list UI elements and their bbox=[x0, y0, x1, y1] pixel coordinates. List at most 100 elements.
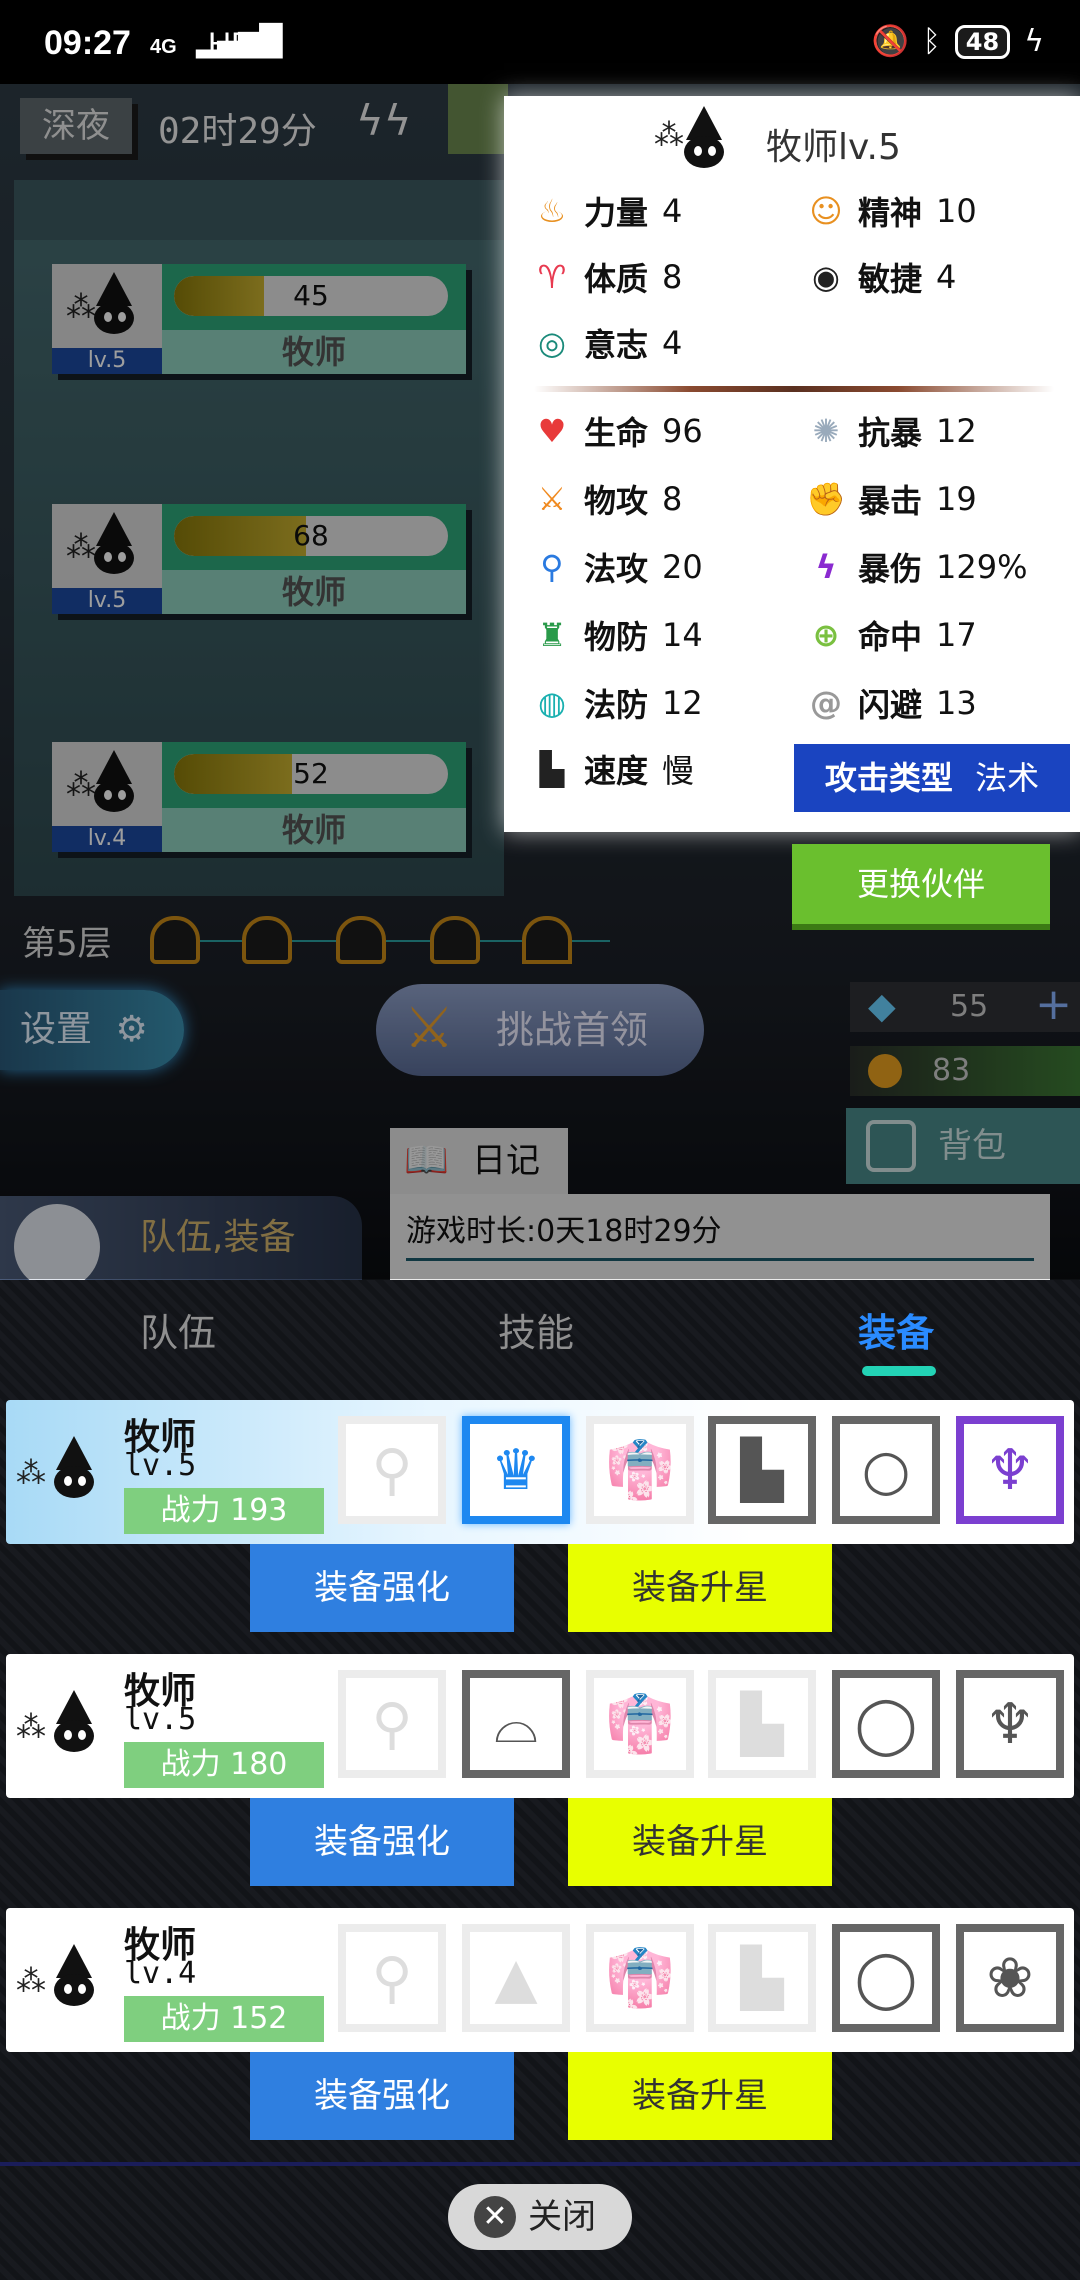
crown-icon: ♛ bbox=[490, 1437, 542, 1503]
add-gem-button[interactable]: + bbox=[1035, 980, 1072, 1030]
hat-icon: ⌓ bbox=[493, 1691, 539, 1756]
swap-partner-button[interactable]: 更换伙伴 bbox=[792, 844, 1050, 924]
necklace-slot[interactable]: ♆ bbox=[956, 1416, 1064, 1524]
hero-card[interactable]: ⁂ lv.4 52 牧师 bbox=[52, 742, 466, 852]
bluetooth-icon: ᛒ bbox=[922, 24, 941, 59]
bag-button[interactable]: 背包 bbox=[846, 1108, 1080, 1184]
combat-power: 战力 180 bbox=[124, 1742, 324, 1788]
helmet-slot[interactable]: ⌓ bbox=[462, 1670, 570, 1778]
tab-equipment[interactable]: 装备 bbox=[858, 1302, 934, 1357]
enhance-button[interactable]: 装备强化 bbox=[250, 1798, 514, 1886]
upgrade-star-button[interactable]: 装备升星 bbox=[568, 1544, 832, 1632]
floor-node-current[interactable] bbox=[150, 916, 200, 964]
stat-strength: ♨ 力量 4 bbox=[530, 188, 683, 234]
weapon-slot[interactable]: ⚲ bbox=[338, 1670, 446, 1778]
enhance-button[interactable]: 装备强化 bbox=[250, 1544, 514, 1632]
helmet-slot[interactable]: ♛ bbox=[462, 1416, 570, 1524]
hero-bar-track: 52 bbox=[174, 754, 448, 794]
crossed-swords-icon: ⚔ bbox=[404, 996, 455, 1061]
crit-icon: ✊ bbox=[806, 480, 846, 518]
hd-label: HD bbox=[208, 26, 255, 62]
necklace-slot[interactable]: ❀ bbox=[956, 1924, 1064, 2032]
equipment-row[interactable]: ⁂ 牧师 lv.5 战力 193 ⚲ ♛ 👘 ▙ ○ ♆ bbox=[6, 1400, 1074, 1544]
close-icon[interactable]: ✕ bbox=[474, 2196, 516, 2238]
hero-name: 牧师 bbox=[162, 570, 466, 614]
tab-skills[interactable]: 技能 bbox=[498, 1302, 574, 1357]
stat-will: ◎ 意志 4 bbox=[530, 320, 682, 366]
diary-label: 日记 bbox=[472, 1141, 540, 1181]
combat-power: 战力 152 bbox=[124, 1996, 324, 2042]
priest-icon: ⁂ bbox=[52, 504, 162, 588]
settings-label: 设置 bbox=[20, 1009, 93, 1050]
boots-slot[interactable]: ▙ bbox=[708, 1416, 816, 1524]
upgrade-star-button[interactable]: 装备升星 bbox=[568, 2052, 832, 2140]
stat-hp: ♥ 生命 96 bbox=[530, 408, 703, 454]
status-bar: 09:27 4G ▂▄▆█ HD 🔕 ᛒ 48 ϟ bbox=[0, 0, 1080, 84]
magic-attack-icon: ⚲ bbox=[540, 548, 564, 586]
diary-tab[interactable]: 📖 日记 bbox=[390, 1128, 568, 1194]
popup-title: 牧师lv.5 bbox=[766, 127, 901, 168]
boots-slot[interactable]: ▙ bbox=[708, 1670, 816, 1778]
upgrade-star-button[interactable]: 装备升星 bbox=[568, 1798, 832, 1886]
armor-slot[interactable]: 👘 bbox=[586, 1924, 694, 2032]
boots-slot[interactable]: ▙ bbox=[708, 1924, 816, 2032]
priest-icon: ⁂ bbox=[654, 106, 744, 176]
ring-slot[interactable]: ○ bbox=[832, 1416, 940, 1524]
hero-level: lv.5 bbox=[52, 348, 162, 374]
necklace-icon: ❀ bbox=[986, 1945, 1034, 2011]
ring-icon: ◯ bbox=[854, 1691, 918, 1757]
diary-content: 游戏时长:0天18时29分 bbox=[390, 1194, 1050, 1280]
gem-counter: ◆ 55 + bbox=[850, 980, 1080, 1032]
boot-icon: ▙ bbox=[539, 750, 565, 788]
combat-power: 战力 193 bbox=[124, 1488, 324, 1534]
hero-bar: 52 bbox=[162, 742, 466, 808]
stat-crit-damage: ϟ 暴伤 129% bbox=[804, 544, 1027, 590]
game-clock: 02时29分 bbox=[158, 111, 317, 152]
floor-node[interactable] bbox=[336, 916, 386, 964]
dodge-icon: @ bbox=[810, 684, 842, 722]
ring-icon: ○ bbox=[861, 1437, 911, 1503]
sword-icon: ⚔ bbox=[537, 480, 567, 518]
armor-slot[interactable]: 👘 bbox=[586, 1416, 694, 1524]
tab-team[interactable]: 队伍 bbox=[140, 1302, 216, 1357]
stat-physical-defense: ♜ 物防 14 bbox=[530, 612, 703, 658]
robe-icon: 👘 bbox=[605, 1946, 675, 2011]
armor-slot[interactable]: 👘 bbox=[586, 1670, 694, 1778]
equipment-row[interactable]: ⁂ 牧师 lv.5 战力 180 ⚲ ⌓ 👘 ▙ ◯ ♆ bbox=[6, 1654, 1074, 1798]
floor-node[interactable] bbox=[242, 916, 292, 964]
lightning-icon[interactable]: ϟϟ bbox=[356, 96, 411, 145]
ring-slot[interactable]: ◯ bbox=[832, 1670, 940, 1778]
ring-slot[interactable]: ◯ bbox=[832, 1924, 940, 2032]
hero-bar-track: 45 bbox=[174, 276, 448, 316]
enhance-button[interactable]: 装备强化 bbox=[250, 2052, 514, 2140]
hero-bar-value: 68 bbox=[293, 519, 329, 552]
weapon-slot[interactable]: ⚲ bbox=[338, 1416, 446, 1524]
hero-bar-track: 68 bbox=[174, 516, 448, 556]
stat-crit: ✊ 暴击 19 bbox=[804, 476, 977, 522]
hero-bar: 68 bbox=[162, 504, 466, 570]
tab-indicator bbox=[862, 1366, 936, 1376]
settings-button[interactable]: 设置 ⚙ bbox=[0, 990, 184, 1070]
hero-bar-value: 52 bbox=[293, 757, 329, 790]
bag-label: 背包 bbox=[938, 1126, 1006, 1166]
equipment-row[interactable]: ⁂ 牧师 lv.4 战力 152 ⚲ ▲ 👘 ▙ ◯ ❀ bbox=[6, 1908, 1074, 2052]
hero-card[interactable]: ⁂ lv.5 45 牧师 bbox=[52, 264, 466, 374]
body-icon: ♈ bbox=[537, 258, 567, 296]
diary-divider bbox=[406, 1258, 1034, 1261]
stat-speed: ▙ 速度 慢 bbox=[530, 746, 694, 792]
necklace-icon: ♆ bbox=[984, 1691, 1036, 1757]
magic-defense-icon: ◍ bbox=[538, 684, 566, 722]
hero-level: lv.4 bbox=[52, 826, 162, 852]
stat-constitution: ♈ 体质 8 bbox=[530, 254, 683, 300]
robe-icon: 👘 bbox=[605, 1438, 675, 1503]
stat-agility: ◉ 敏捷 4 bbox=[804, 254, 956, 300]
eye-icon: ◉ bbox=[812, 258, 840, 296]
floor-node[interactable] bbox=[430, 916, 480, 964]
necklace-slot[interactable]: ♆ bbox=[956, 1670, 1064, 1778]
helmet-slot[interactable]: ▲ bbox=[462, 1924, 570, 2032]
hero-card[interactable]: ⁂ lv.5 68 牧师 bbox=[52, 504, 466, 614]
battery-icon: 48 bbox=[954, 24, 1011, 59]
floor-node-boss[interactable] bbox=[522, 916, 572, 964]
weapon-slot[interactable]: ⚲ bbox=[338, 1924, 446, 2032]
necklace-icon: ♆ bbox=[984, 1437, 1036, 1503]
